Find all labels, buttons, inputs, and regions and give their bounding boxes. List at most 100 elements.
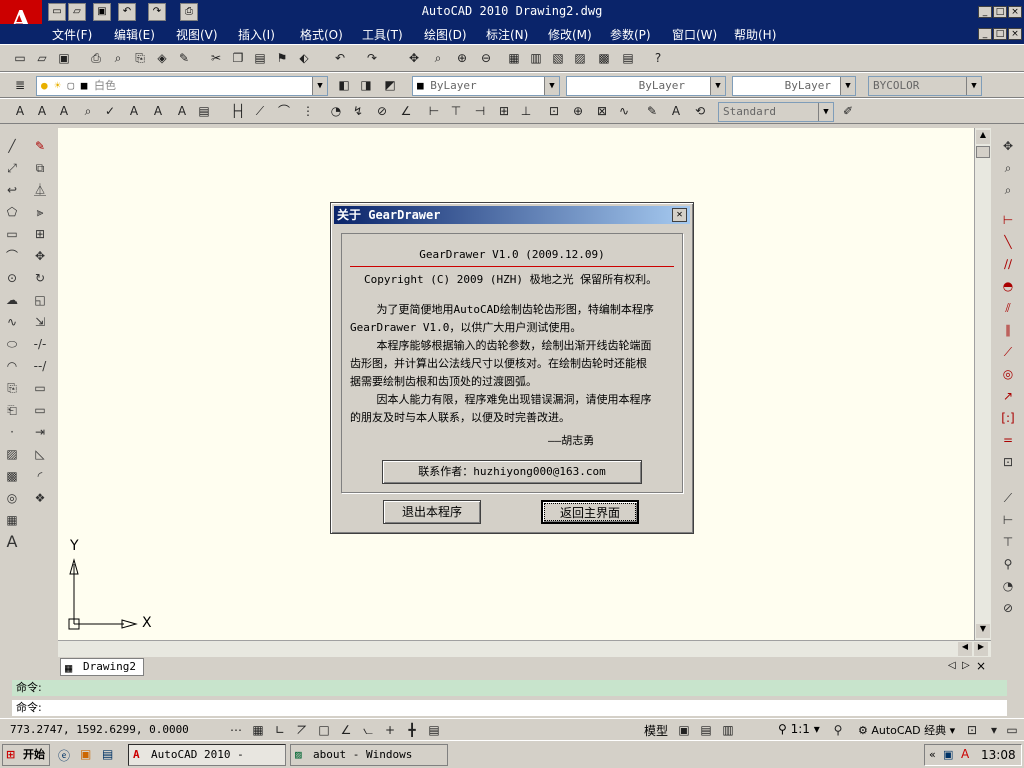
array-icon[interactable]: ⊞: [30, 224, 50, 244]
join-icon[interactable]: ⇥: [30, 422, 50, 442]
save-toolbar-icon[interactable]: ▣: [54, 48, 74, 68]
break-at-point-icon[interactable]: ▭: [30, 378, 50, 398]
aligned-dim-icon[interactable]: ⟋: [250, 101, 270, 121]
zoom-previous-side-icon[interactable]: ⌕: [998, 180, 1018, 200]
side-dim-1-icon[interactable]: ⟋: [998, 488, 1018, 508]
layer-previous-icon[interactable]: ◨: [356, 75, 376, 95]
ortho-mode-icon[interactable]: ∟: [270, 720, 290, 740]
ie-icon[interactable]: ⓔ: [58, 747, 70, 764]
arc-length-icon[interactable]: ⌒: [274, 101, 294, 121]
scale-icon[interactable]: ◱: [30, 290, 50, 310]
object-snap-icon[interactable]: □: [314, 720, 334, 740]
dim-style-manager-icon[interactable]: ✐: [838, 101, 858, 121]
contact-author-button[interactable]: 联系作者：huzhiyong000@163.com: [382, 460, 642, 484]
zoom-window-icon[interactable]: ⊕: [452, 48, 472, 68]
move-icon[interactable]: ✥: [30, 246, 50, 266]
annotation-visibility-icon[interactable]: ⚲: [828, 720, 848, 740]
undo-icon[interactable]: ↶: [118, 3, 136, 21]
single-line-text-icon[interactable]: A: [32, 101, 52, 121]
layer-manager-icon[interactable]: ≣: [10, 75, 30, 95]
scale-text-icon[interactable]: A: [148, 101, 168, 121]
horizontal-scrollbar[interactable]: ◀ ▶: [58, 640, 991, 657]
close-icon[interactable]: ×: [1008, 6, 1022, 18]
publish-icon[interactable]: ⎘: [130, 48, 150, 68]
open-icon[interactable]: ▱: [32, 48, 52, 68]
command-input[interactable]: 命令:: [12, 700, 1007, 716]
tab-next-icon[interactable]: ▷: [962, 660, 970, 671]
scroll-down-icon[interactable]: ▼: [976, 624, 990, 638]
paste-icon[interactable]: ▤: [250, 48, 270, 68]
baseline-dim-icon[interactable]: ⊤: [446, 101, 466, 121]
inspection-icon[interactable]: ⊠: [592, 101, 612, 121]
point-icon[interactable]: ·: [2, 422, 22, 442]
ellipse-icon[interactable]: ⬭: [2, 334, 22, 354]
menu-draw[interactable]: 绘图(D): [424, 26, 467, 43]
mirror-icon[interactable]: ⏅: [30, 180, 50, 200]
start-button[interactable]: ⊞ 开始: [2, 744, 50, 766]
model-layout-icon[interactable]: ▣: [674, 720, 694, 740]
quick-dim-icon[interactable]: ⊢: [424, 101, 444, 121]
match-properties-icon[interactable]: ⚑: [272, 48, 292, 68]
offset-icon[interactable]: ⫸: [30, 202, 50, 222]
snap-perpendicular-icon[interactable]: ↗: [998, 386, 1018, 406]
side-dim-5-icon[interactable]: ◔: [998, 576, 1018, 596]
text-style-icon[interactable]: A: [124, 101, 144, 121]
erase-icon[interactable]: ✎: [30, 136, 50, 156]
side-dim-3-icon[interactable]: ⊤: [998, 532, 1018, 552]
etransmit-icon[interactable]: ✎: [174, 48, 194, 68]
mtext-icon[interactable]: A: [2, 532, 22, 552]
revision-cloud-icon[interactable]: ☁: [2, 290, 22, 310]
lineweight-icon[interactable]: ╋: [402, 720, 422, 740]
snap-mode-icon[interactable]: ⋯: [226, 720, 246, 740]
make-layer-current-icon[interactable]: ◧: [334, 75, 354, 95]
snap-midpoint-icon[interactable]: ∕∕: [998, 254, 1018, 274]
menu-format[interactable]: 格式(O): [300, 26, 343, 43]
spelling-icon[interactable]: ✓: [100, 101, 120, 121]
color-combo[interactable]: ■ ByLayer ▼: [412, 76, 560, 96]
stretch-icon[interactable]: ⇲: [30, 312, 50, 332]
task-autocad[interactable]: A AutoCAD 2010 - [Dra...: [128, 744, 286, 766]
return-main-button[interactable]: 返回主界面: [541, 500, 639, 524]
acad-tray-icon[interactable]: A: [961, 747, 969, 761]
exit-program-button[interactable]: 退出本程序: [383, 500, 481, 524]
angular-dim-icon[interactable]: ∠: [396, 101, 416, 121]
3d-dwf-icon[interactable]: ◈: [152, 48, 172, 68]
hatch-icon[interactable]: ▨: [2, 444, 22, 464]
properties-icon[interactable]: ▦: [504, 48, 524, 68]
grid-display-icon[interactable]: ▦: [248, 720, 268, 740]
diameter-dim-icon[interactable]: ⊘: [372, 101, 392, 121]
dynamic-ucs-icon[interactable]: ⦦: [358, 720, 378, 740]
dynamic-input-icon[interactable]: +: [380, 720, 400, 740]
snap-quadrant-icon[interactable]: ⟋: [998, 342, 1018, 362]
copy-icon[interactable]: ❐: [228, 48, 248, 68]
continue-dim-icon[interactable]: ⊣: [470, 101, 490, 121]
snap-tangent-icon[interactable]: ◎: [998, 364, 1018, 384]
layer-combo[interactable]: ● ☀ ▢ ■ 白色 ▼: [36, 76, 328, 96]
polyline-icon[interactable]: ↩: [2, 180, 22, 200]
tab-close-icon[interactable]: ×: [976, 659, 986, 673]
linetype-combo[interactable]: ByLayer ▼: [566, 76, 726, 96]
trim-icon[interactable]: -/-: [30, 334, 50, 354]
explode-icon[interactable]: ❖: [30, 488, 50, 508]
rectangle-icon[interactable]: ▭: [2, 224, 22, 244]
ordinate-dim-icon[interactable]: ⋮: [298, 101, 318, 121]
quick-properties-icon[interactable]: ▤: [424, 720, 444, 740]
radius-dim-icon[interactable]: ◔: [326, 101, 346, 121]
construction-line-icon[interactable]: ⤢: [2, 158, 22, 178]
chevron-down-icon[interactable]: ▼: [818, 103, 833, 121]
minimize-icon[interactable]: _: [978, 6, 992, 18]
menu-tools[interactable]: 工具(T): [362, 26, 403, 43]
chevron-down-icon[interactable]: ▼: [710, 77, 725, 95]
doc-restore-icon[interactable]: □: [993, 28, 1007, 40]
multiline-text-icon[interactable]: A: [10, 101, 30, 121]
toolbar-lock-icon[interactable]: ⊡: [962, 720, 982, 740]
cut-icon[interactable]: ✂: [206, 48, 226, 68]
dim-update-icon[interactable]: ⟲: [690, 101, 710, 121]
quick-view-icon[interactable]: ▥: [718, 720, 738, 740]
network-icon[interactable]: ▣: [943, 748, 953, 761]
undo-toolbar-icon[interactable]: ↶: [330, 48, 350, 68]
model-space-label[interactable]: 模型: [644, 722, 668, 739]
make-block-icon[interactable]: ⎗: [2, 400, 22, 420]
redo-icon[interactable]: ↷: [148, 3, 166, 21]
close-icon[interactable]: ✕: [672, 208, 687, 222]
